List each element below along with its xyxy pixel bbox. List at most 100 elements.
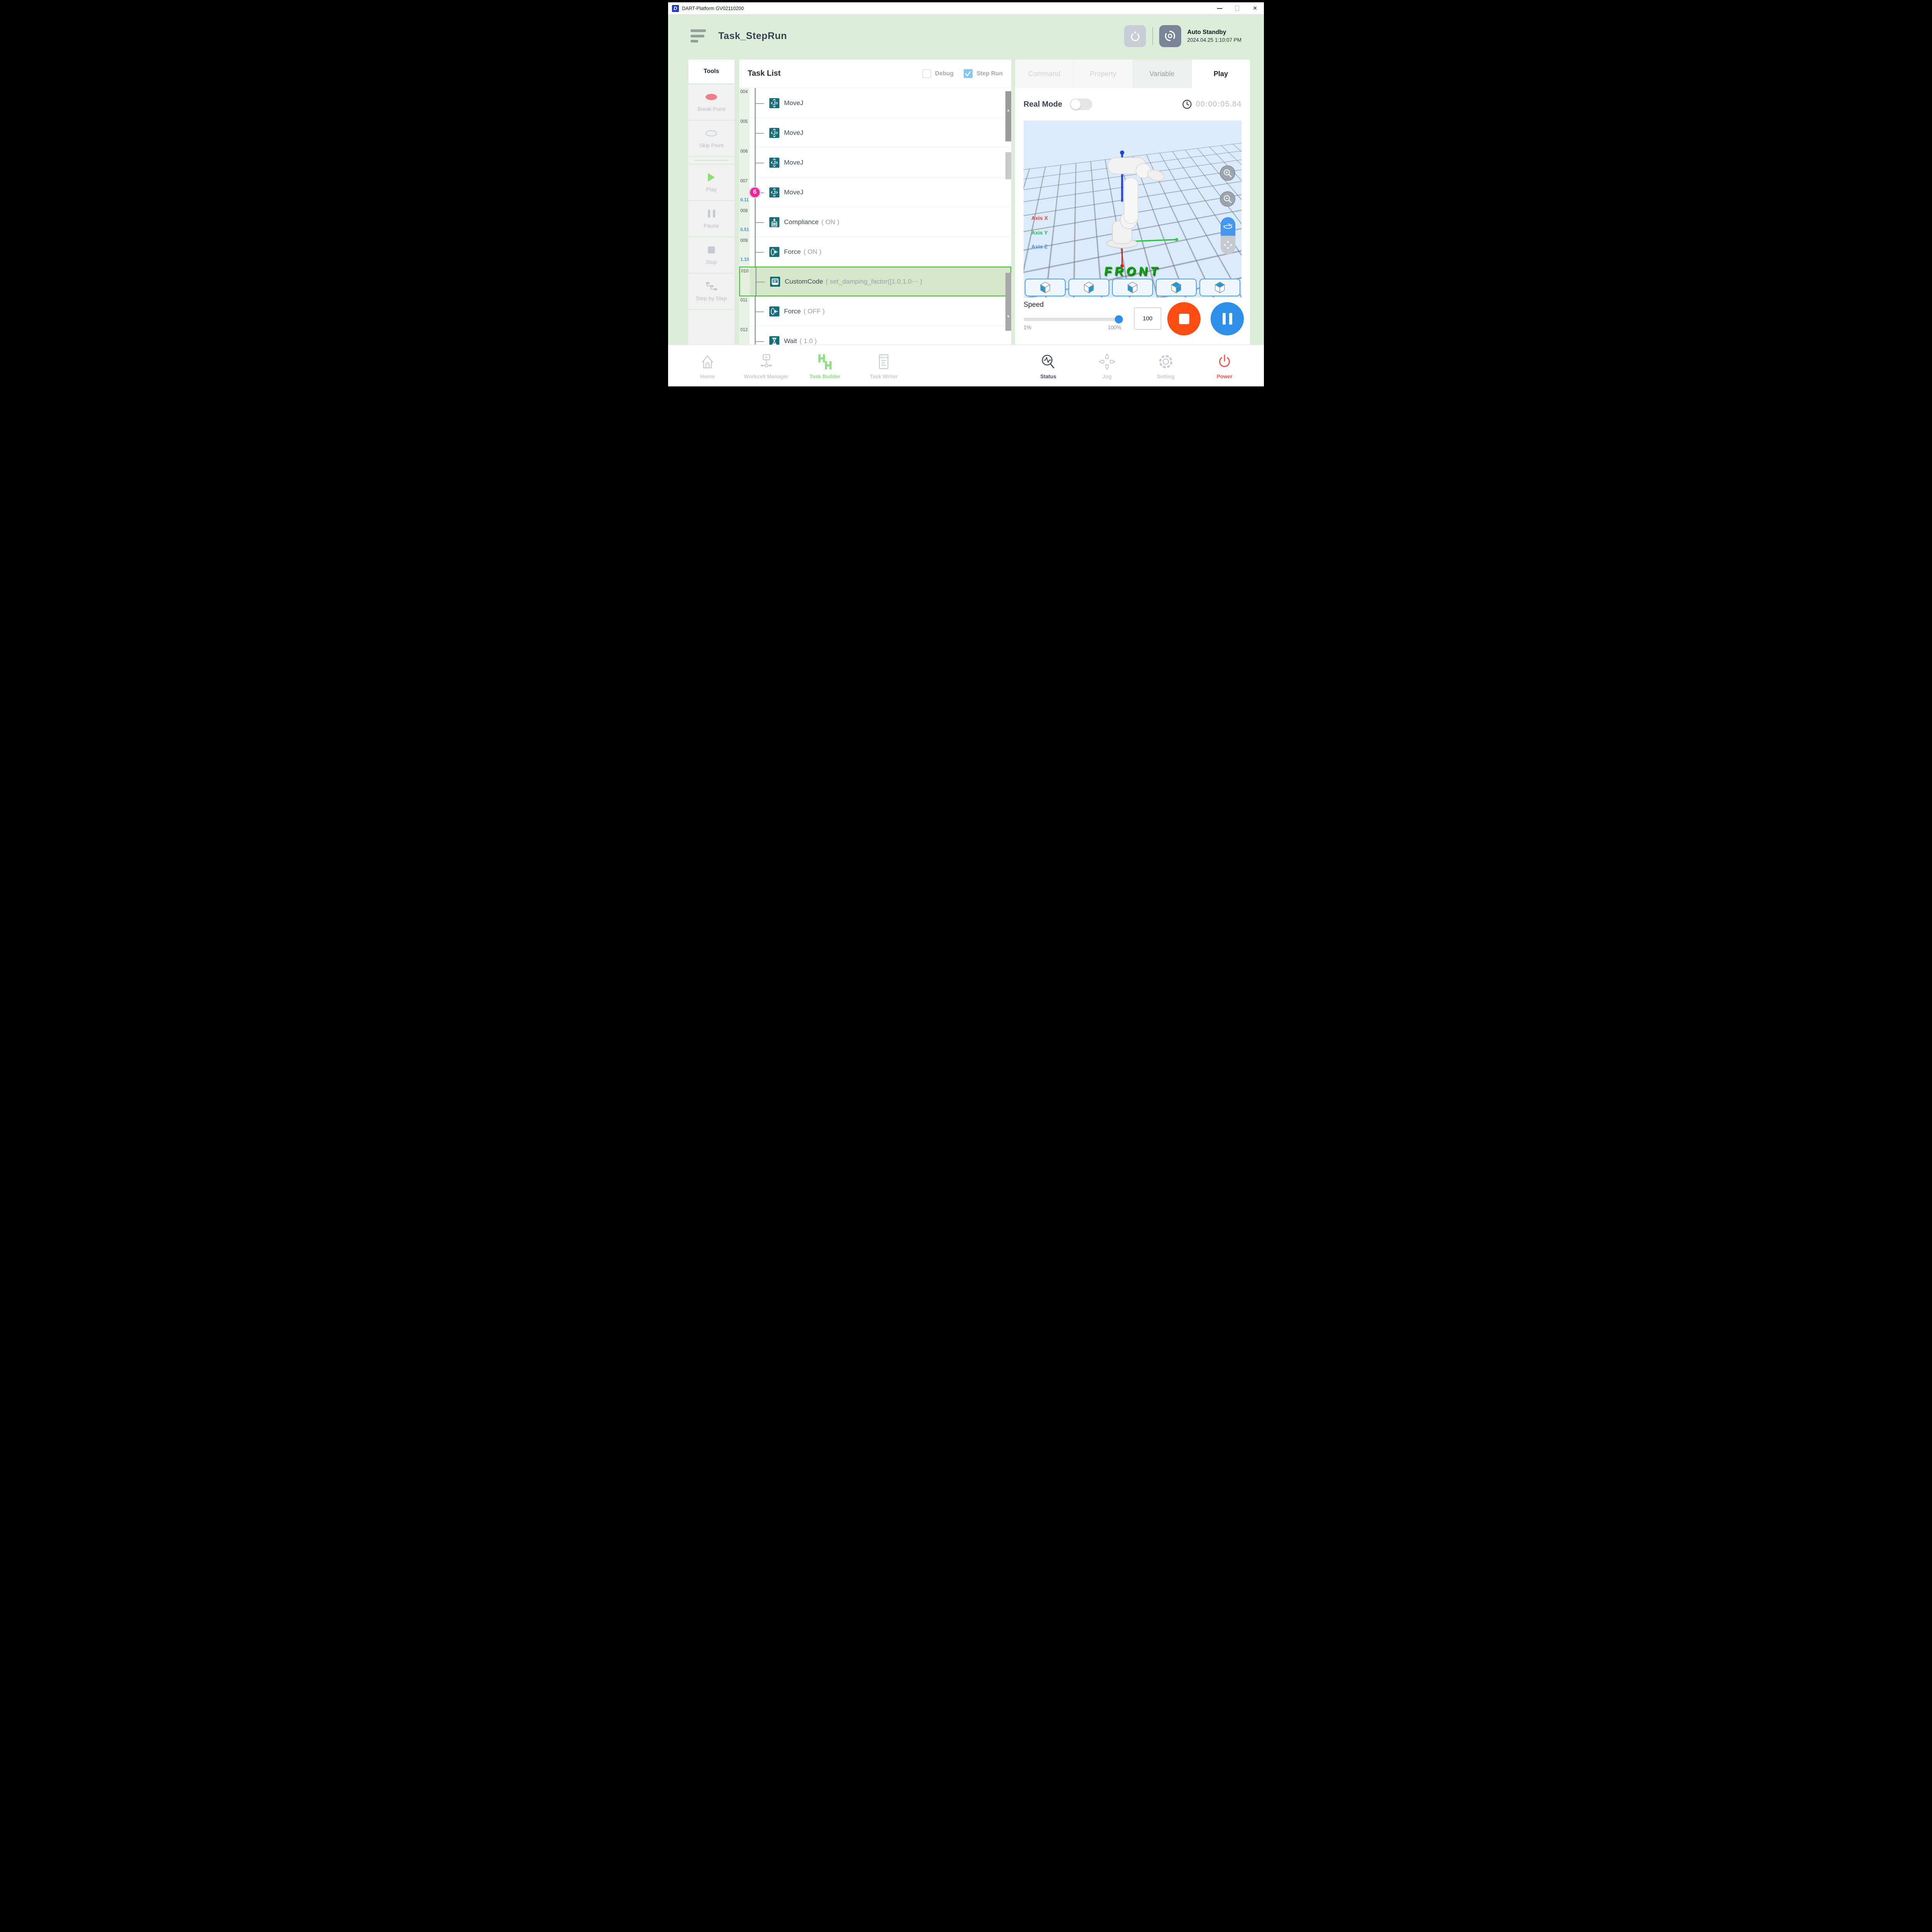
- stop-button[interactable]: Stop: [688, 237, 735, 273]
- skippoint-icon: [706, 130, 717, 136]
- nav-jog[interactable]: Jog: [1078, 352, 1136, 379]
- pan-view-button[interactable]: [1221, 236, 1235, 254]
- force-icon: [769, 247, 779, 257]
- task-row[interactable]: 009 1.10 Force( ON ): [739, 237, 1011, 267]
- task-list-scrollbar[interactable]: ▲ ▼: [1005, 88, 1011, 345]
- pause-button[interactable]: Pause: [688, 201, 735, 236]
- play-icon: [708, 173, 715, 182]
- cube-right-icon: [1082, 281, 1095, 294]
- cube-back-icon: [1170, 281, 1183, 294]
- nav-home[interactable]: Home: [678, 352, 737, 379]
- window-title: DART-Platform GV02110200: [682, 6, 744, 11]
- scroll-thumb-mid[interactable]: [1005, 152, 1011, 179]
- svg-text:J: J: [773, 189, 776, 195]
- stop-run-button[interactable]: [1167, 302, 1201, 335]
- debug-checkbox[interactable]: [922, 69, 931, 78]
- skip-point-button[interactable]: Skip Point: [688, 121, 735, 156]
- nav-setting[interactable]: Setting: [1136, 352, 1195, 379]
- cube-left-icon: [1126, 281, 1139, 294]
- stop-label: Stop: [706, 259, 717, 265]
- menu-icon[interactable]: [690, 29, 706, 43]
- view-right-button[interactable]: [1068, 279, 1109, 296]
- view-top-button[interactable]: [1199, 279, 1240, 296]
- task-rows: 004 J MoveJ 005 J MoveJ 006: [739, 88, 1011, 345]
- command-label: CustomCode: [785, 278, 823, 285]
- tab-play[interactable]: Play: [1192, 60, 1250, 88]
- task-row[interactable]: 008 0.51 Compliance( ON ): [739, 207, 1011, 237]
- nav-status[interactable]: Status: [1019, 352, 1078, 379]
- clock-icon: [1182, 99, 1192, 109]
- task-row[interactable]: 007 0.11 6 J MoveJ: [739, 177, 1011, 207]
- task-row[interactable]: 004 J MoveJ: [739, 88, 1011, 118]
- minimize-button[interactable]: [1211, 2, 1228, 14]
- nav-task-writer[interactable]: Task Writer: [854, 352, 913, 379]
- nav-task-builder[interactable]: Task Builder: [796, 352, 854, 379]
- command-label: MoveJ: [784, 189, 803, 196]
- zoom-out-button[interactable]: [1220, 191, 1235, 207]
- line-number: 006: [740, 149, 749, 154]
- robot-3d-viewer[interactable]: Axis X Axis Y Axis Z FRONT: [1024, 121, 1242, 298]
- task-row-selected[interactable]: 010 CustomCode( set_damping_factor([1.0,…: [739, 267, 1011, 296]
- scroll-thumb-bottom[interactable]: ▼: [1005, 273, 1011, 331]
- main-content: Tools Break Point Skip Point Play Pause …: [668, 57, 1264, 345]
- task-list-title: Task List: [748, 69, 781, 78]
- tab-property[interactable]: Property: [1074, 60, 1133, 88]
- check-icon: [965, 71, 971, 77]
- speed-slider-knob[interactable]: [1115, 315, 1123, 323]
- zoom-in-button[interactable]: [1220, 165, 1235, 181]
- step-run-label: Step Run: [976, 70, 1003, 77]
- real-mode-row: Real Mode 00:00:05.84: [1024, 88, 1242, 121]
- play-button[interactable]: Play: [688, 165, 735, 200]
- speed-slider[interactable]: [1024, 318, 1120, 321]
- step-run-checkbox-group[interactable]: Step Run: [964, 69, 1003, 78]
- command-label: MoveJ: [784, 99, 803, 107]
- pause-run-button[interactable]: [1211, 302, 1244, 335]
- view-cube-buttons: [1025, 279, 1240, 296]
- debug-checkbox-group[interactable]: Debug: [922, 69, 954, 78]
- view-back-button[interactable]: [1156, 279, 1197, 296]
- line-number: 011: [740, 298, 749, 303]
- tab-variable[interactable]: Variable: [1133, 60, 1192, 88]
- task-row[interactable]: 005 J MoveJ: [739, 118, 1011, 148]
- step-badge: 6: [749, 186, 761, 198]
- pause-icon: [708, 210, 710, 218]
- command-label: Force: [784, 248, 801, 255]
- debug-label: Debug: [935, 70, 954, 77]
- jog-icon: [1098, 352, 1116, 371]
- maximize-button[interactable]: [1228, 2, 1246, 14]
- step-by-step-button[interactable]: Step by Step: [688, 274, 735, 309]
- scroll-thumb-top[interactable]: ▲: [1005, 91, 1011, 141]
- real-mode-label: Real Mode: [1024, 100, 1062, 109]
- scroll-up-icon: ▲: [1007, 108, 1010, 112]
- tab-command[interactable]: Command: [1015, 60, 1074, 88]
- nav-power[interactable]: Power: [1195, 352, 1254, 379]
- stop-icon: [1179, 314, 1189, 324]
- rotate-3d-icon: [1223, 222, 1233, 231]
- task-row[interactable]: 011 Force( OFF ): [739, 296, 1011, 326]
- tools-filler: [688, 310, 735, 345]
- movej-icon: J: [769, 158, 779, 168]
- view-left-button[interactable]: [1112, 279, 1153, 296]
- line-number: 004: [740, 90, 749, 94]
- servo-mode-button[interactable]: [1159, 25, 1181, 47]
- close-button[interactable]: ✕: [1246, 2, 1264, 14]
- movej-icon: J: [769, 128, 779, 138]
- view-front-button[interactable]: [1025, 279, 1066, 296]
- rotate-view-button[interactable]: [1221, 217, 1235, 236]
- robot-status-button[interactable]: [1124, 25, 1146, 47]
- app-header: Task_StepRun Auto Standby 2024.04.25 1:1…: [668, 15, 1264, 57]
- break-point-button[interactable]: Break Point: [688, 84, 735, 120]
- movej-icon: J: [769, 98, 779, 108]
- task-row[interactable]: 012 Wait( 1.0 ): [739, 326, 1011, 345]
- speed-value-input[interactable]: [1134, 308, 1161, 330]
- nav-workcell-manager[interactable]: Workcell Manager: [737, 352, 796, 379]
- speed-section: Speed 1% 100%: [1024, 298, 1242, 343]
- task-row[interactable]: 006 J MoveJ: [739, 148, 1011, 177]
- axis-x-label: Axis X: [1031, 215, 1048, 221]
- view-control-pill: [1221, 217, 1235, 254]
- real-mode-toggle[interactable]: [1070, 99, 1092, 110]
- status-datetime: 2024.04.25 1:10:07 PM: [1187, 37, 1242, 43]
- play-tab-content: Real Mode 00:00:05.84: [1015, 88, 1250, 345]
- compliance-icon: [769, 217, 779, 227]
- step-run-checkbox[interactable]: [964, 69, 973, 78]
